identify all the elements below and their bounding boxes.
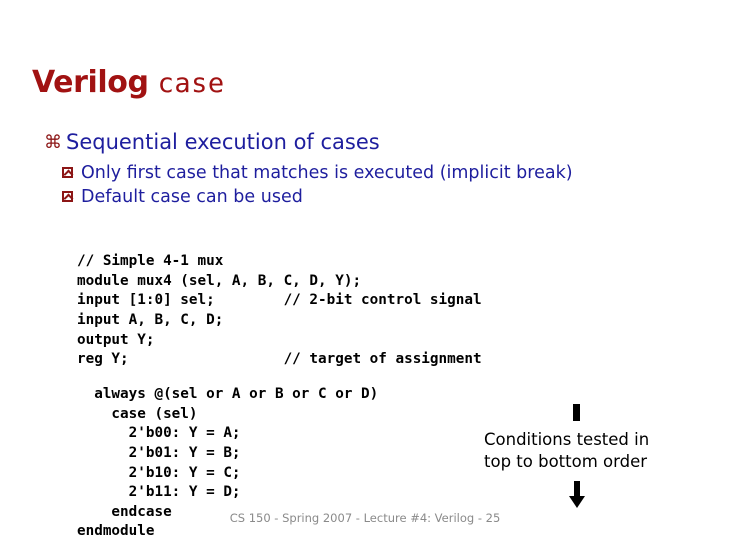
wingding-box-caret-bullet-icon bbox=[60, 161, 80, 185]
code-block-module-declaration: // Simple 4-1 mux module mux4 (sel, A, B… bbox=[77, 253, 482, 368]
sub-bullet-list: Only first case that matches is executed… bbox=[60, 161, 704, 209]
bullet-list: ⌘ Sequential execution of cases Only fir… bbox=[44, 129, 704, 209]
page-title: Verilog case bbox=[32, 66, 225, 101]
bullet-level2-label: Default case can be used bbox=[81, 187, 303, 207]
annotation-callout: Conditions tested in top to bottom order bbox=[470, 404, 700, 508]
bullet-level1: ⌘ Sequential execution of cases bbox=[44, 129, 704, 156]
page-title-word: Verilog bbox=[32, 65, 149, 100]
bullet-level2: Default case can be used bbox=[60, 185, 704, 209]
bullet-level2-label: Only first case that matches is executed… bbox=[81, 163, 573, 183]
arrow-down-icon bbox=[569, 481, 585, 508]
annotation-line-2: top to bottom order bbox=[484, 452, 648, 471]
annotation-text: Conditions tested in top to bottom order bbox=[470, 429, 700, 473]
bullet-level2: Only first case that matches is executed… bbox=[60, 161, 704, 185]
slide-canvas: Verilog case ⌘ Sequential execution of ca… bbox=[0, 0, 730, 547]
bullet-level1-label: Sequential execution of cases bbox=[66, 130, 380, 154]
slide-footer: CS 150 - Spring 2007 - Lecture #4: Veril… bbox=[229, 511, 501, 525]
page-title-keyword: case bbox=[157, 68, 225, 99]
wingding-flower-bullet-icon: ⌘ bbox=[44, 132, 62, 153]
wingding-box-caret-bullet-icon bbox=[60, 185, 80, 209]
annotation-line-1: Conditions tested in bbox=[484, 430, 650, 449]
arrow-down-head bbox=[569, 496, 585, 508]
bar-icon bbox=[573, 404, 580, 421]
